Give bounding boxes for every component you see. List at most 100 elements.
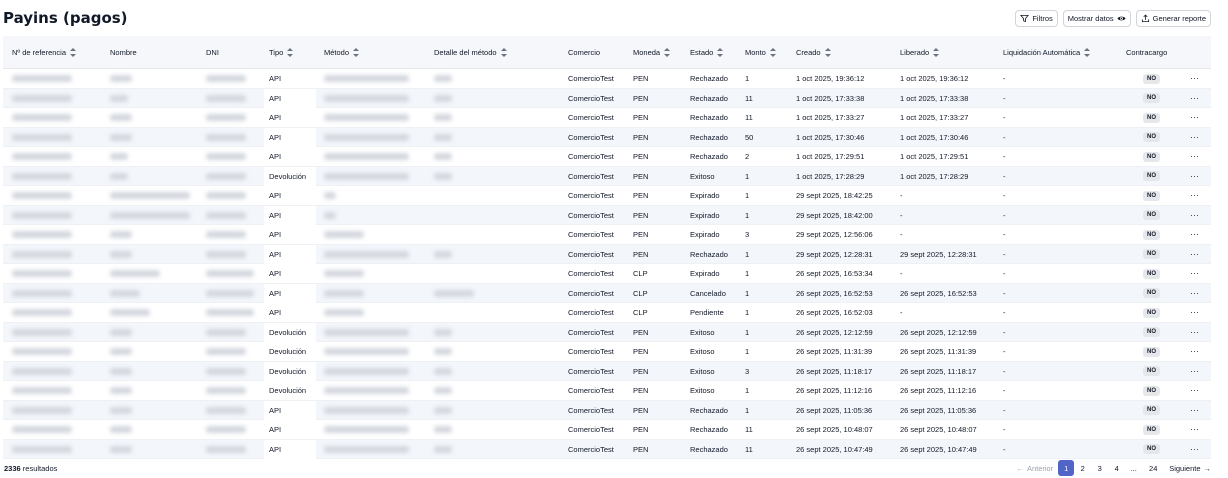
table-row[interactable]: API ComercioTest PEN Rechazado 50 1 oct 2025,… — [3, 127, 1211, 147]
page-3[interactable]: 3 — [1091, 460, 1108, 476]
row-actions-icon[interactable]: ⋯ — [1190, 303, 1200, 322]
table-row[interactable]: API ComercioTest PEN Rechazado 11 1 oct 2025,… — [3, 108, 1211, 128]
row-actions-icon[interactable]: ⋯ — [1190, 362, 1200, 381]
row-actions-icon[interactable]: ⋯ — [1190, 147, 1200, 166]
row-actions-icon[interactable]: ⋯ — [1190, 284, 1200, 303]
cell-comercio: ComercioTest — [568, 132, 614, 142]
table-row[interactable]: API ComercioTest CLP Expirado 1 26 sept 2025,… — [3, 264, 1211, 284]
redacted-cell — [206, 381, 246, 400]
cell-liberado: 26 sept 2025, 10:48:07 — [900, 425, 977, 434]
sort-icon[interactable] — [1084, 48, 1091, 57]
cell-liberado: 26 sept 2025, 11:05:36 — [900, 405, 977, 415]
sort-icon[interactable] — [933, 48, 940, 57]
row-actions-icon[interactable]: ⋯ — [1190, 206, 1200, 225]
cell-contracargo: NO — [1143, 381, 1160, 400]
cell-creado: 1 oct 2025, 17:33:27 — [796, 113, 865, 122]
col-comercio-label: Comercio — [568, 48, 601, 57]
row-actions-icon[interactable]: ⋯ — [1190, 245, 1200, 264]
sort-icon[interactable] — [70, 48, 77, 57]
table-header: Nº de referencia Nombre DNI Tipo Método … — [3, 36, 1211, 69]
row-actions-icon[interactable]: ⋯ — [1190, 108, 1200, 127]
row-actions-icon[interactable]: ⋯ — [1190, 128, 1200, 147]
sort-icon[interactable] — [287, 48, 294, 57]
col-tipo[interactable]: Tipo — [269, 36, 294, 69]
row-actions-icon[interactable]: ⋯ — [1190, 69, 1200, 88]
table-row[interactable]: Devolución ComercioTest PEN Exitoso 1 26 sept… — [3, 322, 1211, 342]
row-actions-icon[interactable]: ⋯ — [1190, 323, 1200, 342]
cell-liq: - — [1003, 152, 1006, 161]
row-actions-icon[interactable]: ⋯ — [1190, 440, 1200, 459]
prev-page-button[interactable]: ← Anterior — [1011, 460, 1058, 476]
col-monto[interactable]: Monto — [745, 36, 776, 69]
row-actions-icon[interactable]: ⋯ — [1190, 401, 1200, 420]
redacted-value — [324, 231, 364, 238]
table-row[interactable]: API ComercioTest PEN Expirado 1 29 sept 2025,… — [3, 186, 1211, 206]
col-creado[interactable]: Creado — [796, 36, 831, 69]
sort-icon[interactable] — [717, 48, 724, 57]
sort-icon[interactable] — [664, 48, 671, 57]
table-row[interactable]: API ComercioTest PEN Rechazado 1 26 sept 2025… — [3, 400, 1211, 420]
sort-icon[interactable] — [353, 48, 360, 57]
table-row[interactable]: API ComercioTest PEN Rechazado 11 1 oct 2025,… — [3, 88, 1211, 108]
row-actions-icon[interactable]: ⋯ — [1190, 89, 1200, 108]
col-referencia[interactable]: Nº de referencia — [12, 36, 77, 69]
filters-button[interactable]: Filtros — [1015, 10, 1058, 27]
table-row[interactable]: API ComercioTest PEN Rechazado 11 26 sept 202… — [3, 439, 1211, 459]
col-liberado[interactable]: Liberado — [900, 36, 940, 69]
table-row[interactable]: API ComercioTest PEN Rechazado 2 1 oct 2025, … — [3, 147, 1211, 167]
table-row[interactable]: API ComercioTest PEN Rechazado 1 1 oct 2025, … — [3, 69, 1211, 89]
cell-comercio: ComercioTest — [568, 210, 614, 220]
redacted-value — [12, 114, 72, 121]
row-actions-icon[interactable]: ⋯ — [1190, 167, 1200, 186]
table-row[interactable]: API ComercioTest CLP Pendiente 1 26 sept 2025… — [3, 303, 1211, 323]
redacted-value — [206, 289, 254, 297]
cell-monto: 1 — [745, 74, 750, 83]
redacted-cell — [206, 245, 246, 264]
col-metodo[interactable]: Método — [324, 36, 360, 69]
page-1[interactable]: 1 — [1058, 460, 1075, 476]
col-estado-label: Estado — [690, 48, 714, 57]
cell-liq: - — [1003, 249, 1006, 259]
page-4[interactable]: 4 — [1108, 460, 1125, 476]
row-actions-icon[interactable]: ⋯ — [1190, 342, 1200, 361]
row-actions-icon[interactable]: ⋯ — [1190, 264, 1200, 283]
col-moneda[interactable]: Moneda — [633, 36, 671, 69]
sort-icon[interactable] — [824, 48, 831, 57]
row-actions-icon[interactable]: ⋯ — [1190, 186, 1200, 205]
table-row[interactable]: API ComercioTest PEN Expirado 3 29 sept 2025,… — [3, 225, 1211, 245]
arrow-right-icon: → — [1203, 463, 1212, 473]
table-row[interactable]: Devolución ComercioTest PEN Exitoso 1 26 sept… — [3, 381, 1211, 401]
page-2[interactable]: 2 — [1074, 460, 1091, 476]
cell-liberado: - — [900, 230, 903, 239]
cell-tipo: Devolución — [264, 381, 316, 400]
sort-icon[interactable] — [769, 48, 776, 57]
row-actions-icon[interactable]: ⋯ — [1190, 225, 1200, 244]
page-24[interactable]: 24 — [1142, 460, 1164, 476]
row-actions-icon[interactable]: ⋯ — [1190, 420, 1200, 439]
redacted-value — [324, 75, 409, 82]
table-row[interactable]: API ComercioTest PEN Expirado 1 29 sept 2025,… — [3, 205, 1211, 225]
col-detalle-metodo[interactable]: Detalle del método — [434, 36, 507, 69]
col-liquidacion[interactable]: Liquidación Automática — [1003, 36, 1091, 69]
table-row[interactable]: Devolución ComercioTest PEN Exitoso 1 1 oct 2… — [3, 166, 1211, 186]
redacted-value — [206, 348, 246, 355]
sort-icon[interactable] — [500, 48, 507, 57]
row-actions-icon[interactable]: ⋯ — [1190, 381, 1200, 400]
table-row[interactable]: API ComercioTest PEN Rechazado 11 26 sept 202… — [3, 420, 1211, 440]
table-row[interactable]: API ComercioTest PEN Rechazado 1 29 sept 2025… — [3, 244, 1211, 264]
table-row[interactable]: API ComercioTest CLP Cancelado 1 26 sept 2025… — [3, 283, 1211, 303]
col-estado[interactable]: Estado — [690, 36, 724, 69]
table-row[interactable]: Devolución ComercioTest PEN Exitoso 3 26 sept… — [3, 361, 1211, 381]
col-dni: DNI — [206, 36, 219, 69]
cell-creado: 29 sept 2025, 18:42:00 — [796, 210, 873, 220]
cell-creado: 26 sept 2025, 12:12:59 — [796, 327, 873, 337]
redacted-cell — [434, 440, 452, 459]
chargeback-badge: NO — [1143, 151, 1160, 162]
redacted-value — [206, 114, 246, 121]
next-page-button[interactable]: Siguiente → — [1164, 460, 1211, 476]
cell-estado: Rechazado — [690, 152, 728, 161]
table-row[interactable]: Devolución ComercioTest PEN Exitoso 1 26 sept… — [3, 342, 1211, 362]
redacted-value — [206, 153, 246, 160]
generate-report-button[interactable]: Generar reporte — [1135, 10, 1211, 27]
show-data-button[interactable]: Mostrar datos — [1062, 10, 1131, 27]
